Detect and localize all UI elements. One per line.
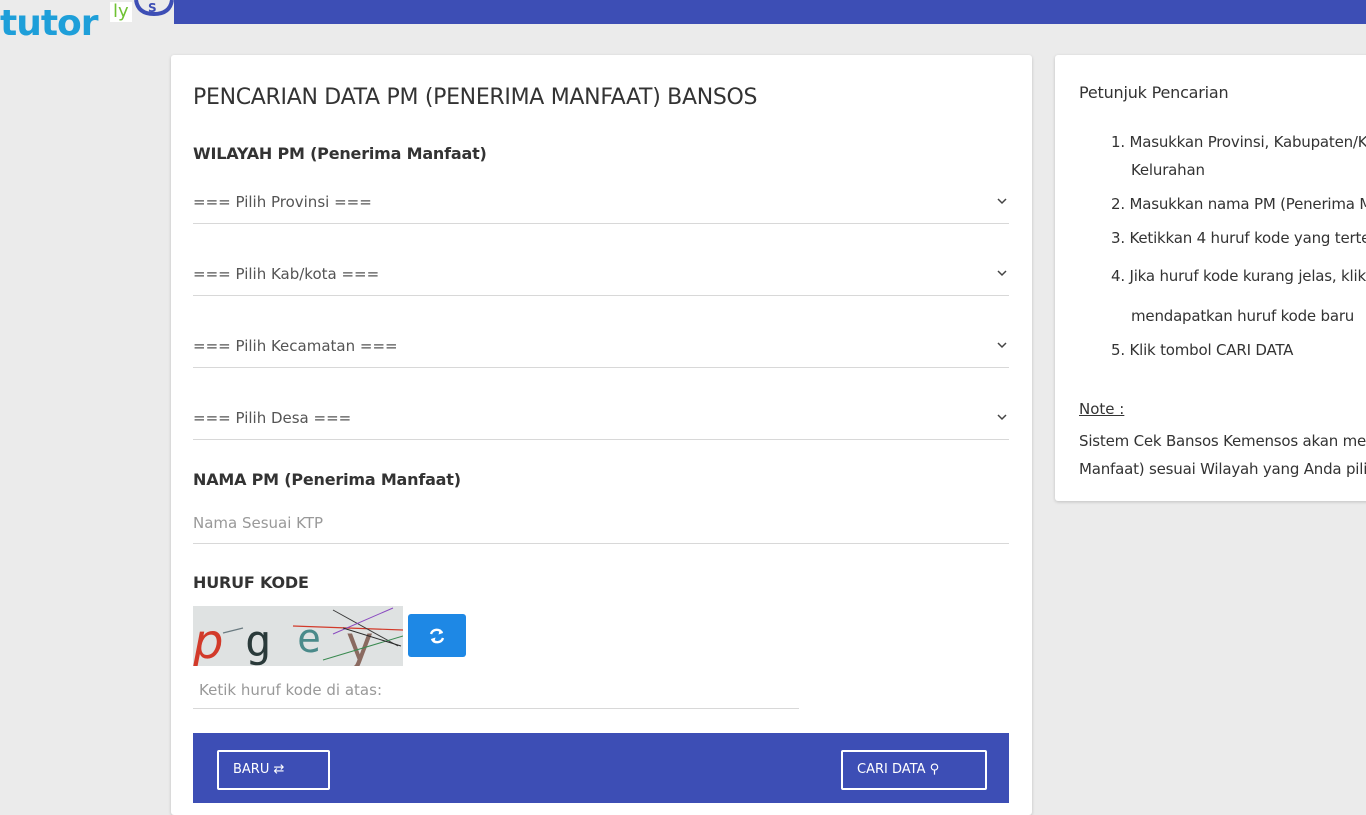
search-button[interactable]: CARI DATA ⚲ (841, 750, 987, 790)
captcha-char: p (193, 614, 223, 666)
captcha-char: g (245, 616, 272, 666)
captcha-char: e (297, 616, 321, 662)
chevron-down-icon (997, 198, 1007, 205)
note-line: Sistem Cek Bansos Kemensos akan menampil… (1079, 432, 1366, 450)
form-action-bar: BARU ⇄ CARI DATA ⚲ (193, 733, 1009, 803)
select-kecamatan-value: === Pilih Kecamatan === (193, 337, 398, 355)
kode-field[interactable] (193, 672, 799, 709)
search-button-label: CARI DATA (857, 762, 926, 777)
nama-field[interactable] (193, 503, 1009, 544)
wilayah-label: WILAYAH PM (Penerima Manfaat) (193, 144, 487, 163)
top-nav-bar (0, 0, 1366, 24)
captcha-image: p g e y (193, 606, 403, 666)
instruction-item: 4. Jika huruf kode kurang jelas, klik (1111, 267, 1366, 285)
select-desa[interactable]: === Pilih Desa === (193, 397, 1009, 440)
select-provinsi-value: === Pilih Provinsi === (193, 193, 372, 211)
instruction-item: 3. Ketikkan 4 huruf kode yang tertera (1111, 229, 1366, 247)
search-instructions-card: Petunjuk Pencarian 1. Masukkan Provinsi,… (1055, 55, 1366, 501)
chevron-down-icon (997, 342, 1007, 349)
instructions-list: 1. Masukkan Provinsi, Kabupaten/Kota, Ke… (1111, 133, 1366, 369)
logo-sup: ly (110, 2, 132, 22)
captcha-char: y (345, 616, 374, 666)
instruction-item: 1. Masukkan Provinsi, Kabupaten/Kota, Ke… (1111, 133, 1366, 151)
svg-text:S: S (148, 1, 157, 15)
watermark-logo: tutor ly S (0, 0, 174, 46)
select-provinsi[interactable]: === Pilih Provinsi === (193, 181, 1009, 224)
note-text: Sistem Cek Bansos Kemensos akan menampil… (1079, 427, 1366, 483)
chevron-down-icon (997, 414, 1007, 421)
form-title: PENCARIAN DATA PM (PENERIMA MANFAAT) BAN… (193, 85, 758, 110)
instruction-item: mendapatkan huruf kode baru (1131, 307, 1355, 325)
note-title: Note : (1079, 400, 1125, 418)
instruction-item: Kelurahan (1131, 161, 1205, 179)
instruction-item: 5. Klik tombol CARI DATA (1111, 341, 1294, 359)
select-kabkota-value: === Pilih Kab/kota === (193, 265, 380, 283)
select-desa-value: === Pilih Desa === (193, 409, 352, 427)
reset-button[interactable]: BARU ⇄ (217, 750, 330, 790)
select-kabkota[interactable]: === Pilih Kab/kota === (193, 253, 1009, 296)
refresh-icon (429, 628, 445, 644)
search-form-card: PENCARIAN DATA PM (PENERIMA MANFAAT) BAN… (171, 55, 1032, 815)
note-line: Manfaat) sesuai Wilayah yang Anda pilih (1079, 460, 1366, 478)
instruction-item: 2. Masukkan nama PM (Penerima Manfaat) (1111, 195, 1366, 213)
logo-text: tutor (0, 3, 99, 44)
chevron-down-icon (997, 270, 1007, 277)
site-logo-icon: S (134, 0, 174, 17)
kode-label: HURUF KODE (193, 573, 309, 592)
kode-input[interactable] (199, 672, 799, 708)
instructions-title: Petunjuk Pencarian (1079, 83, 1229, 102)
select-kecamatan[interactable]: === Pilih Kecamatan === (193, 325, 1009, 368)
refresh-captcha-button[interactable] (408, 614, 466, 657)
nama-label: NAMA PM (Penerima Manfaat) (193, 470, 461, 489)
search-icon: ⚲ (929, 762, 940, 777)
nama-input[interactable] (193, 503, 1009, 543)
